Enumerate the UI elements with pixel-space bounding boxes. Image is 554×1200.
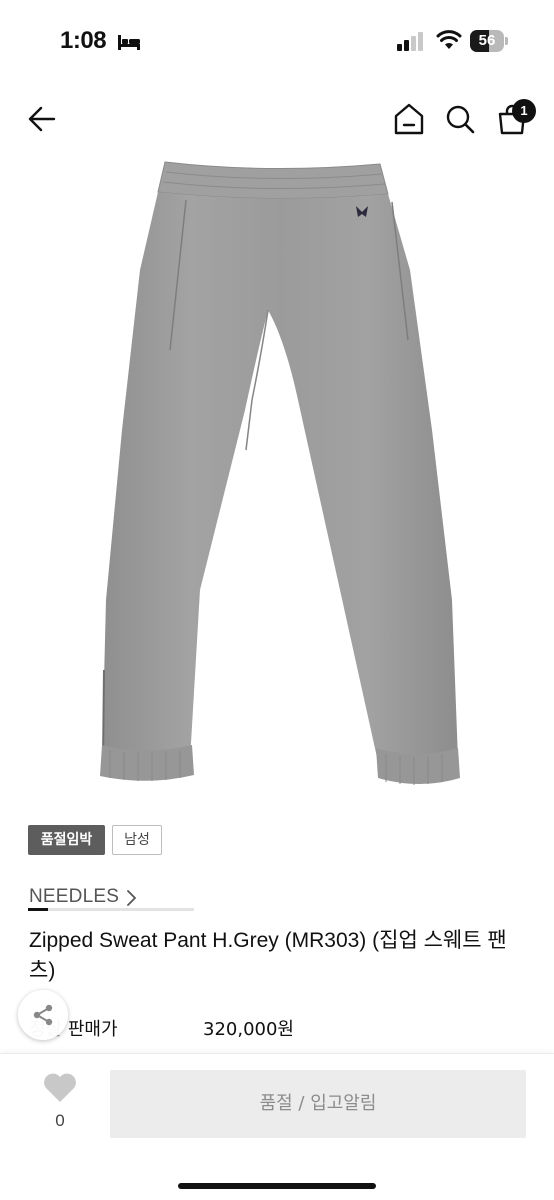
- status-bar: 1:08 56: [0, 0, 554, 84]
- home-icon[interactable]: [393, 102, 425, 136]
- chevron-right-icon[interactable]: [124, 889, 138, 907]
- share-button[interactable]: [18, 990, 68, 1040]
- soldout-soon-tag: 품절임박: [28, 825, 105, 855]
- product-image-gallery[interactable]: OKmall: [0, 150, 554, 911]
- watermark: OKmall: [236, 616, 320, 641]
- battery-icon: 56: [470, 30, 508, 52]
- share-icon: [33, 1004, 53, 1026]
- status-time: 1:08: [60, 27, 107, 54]
- battery-percent: 56: [478, 32, 496, 49]
- product-image: [100, 161, 460, 785]
- cart-count-badge: 1: [512, 99, 536, 123]
- product-title: Zipped Sweat Pant H.Grey (MR303) (집업 스웨트…: [29, 929, 507, 982]
- price-label-text: 판매가: [67, 1019, 118, 1040]
- wifi-icon: [436, 30, 462, 49]
- brand-link[interactable]: NEEDLES: [29, 886, 119, 908]
- soldout-restock-alert-button[interactable]: 품절 / 입고알림: [110, 1070, 526, 1138]
- search-icon[interactable]: [444, 102, 476, 136]
- heart-icon[interactable]: [42, 1072, 78, 1104]
- cellular-signal-icon: [397, 32, 423, 51]
- gender-tag: 남성: [112, 825, 162, 855]
- top-nav-bar: 1: [0, 90, 554, 150]
- home-indicator: [178, 1183, 376, 1189]
- carousel-progress-track: [28, 908, 194, 911]
- like-count: 0: [55, 1111, 65, 1130]
- price-value: 320,000원: [203, 1019, 294, 1040]
- carousel-progress-bar: [28, 908, 48, 911]
- sleep-bed-icon: [118, 35, 140, 50]
- back-arrow-icon[interactable]: [26, 104, 58, 134]
